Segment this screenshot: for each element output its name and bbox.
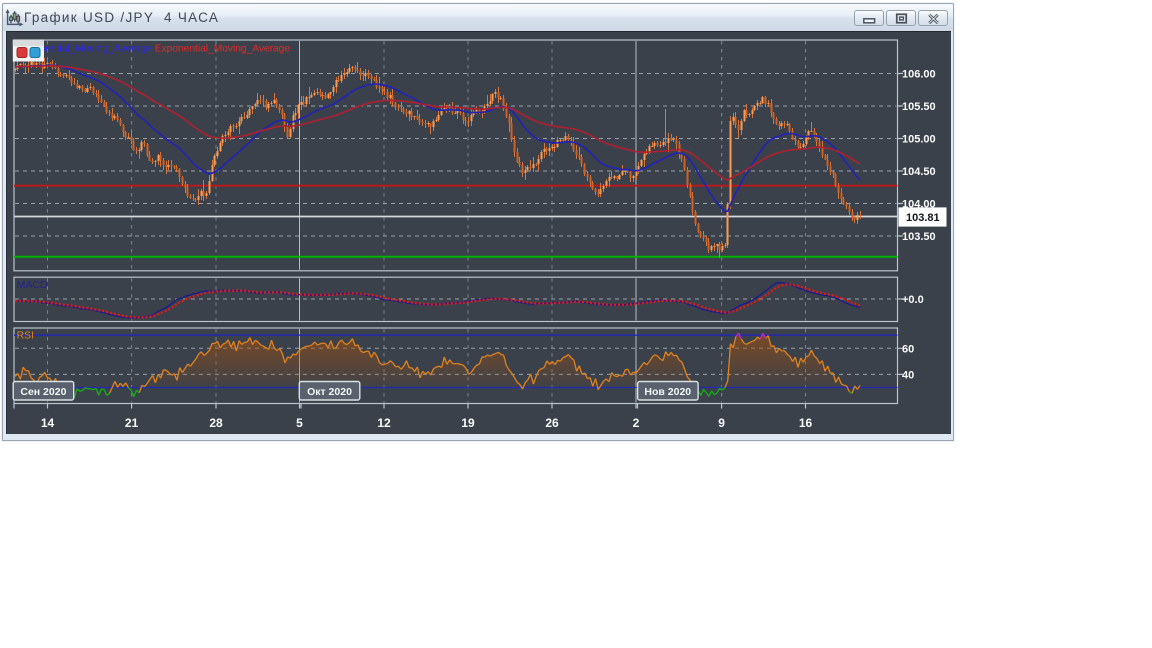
svg-text:60: 60: [902, 343, 914, 355]
svg-text:Сен 2020: Сен 2020: [20, 386, 66, 398]
svg-text:5: 5: [296, 416, 303, 430]
svg-text:103.81: 103.81: [906, 212, 940, 224]
svg-text:+0.0: +0.0: [902, 294, 924, 306]
svg-text:19: 19: [461, 416, 475, 430]
svg-text:103.50: 103.50: [902, 231, 936, 243]
svg-text:2: 2: [633, 416, 640, 430]
svg-text:26: 26: [545, 416, 559, 430]
svg-text:28: 28: [209, 416, 223, 430]
svg-text:21: 21: [125, 416, 139, 430]
svg-text:106.00: 106.00: [902, 69, 936, 81]
svg-text:RSI: RSI: [17, 330, 35, 342]
svg-text:16: 16: [799, 416, 813, 430]
svg-text:Exponential_Moving_Average: Exponential_Moving_Average: [155, 44, 291, 55]
svg-text:12: 12: [377, 416, 391, 430]
svg-text:14: 14: [41, 416, 55, 430]
svg-text:MACD: MACD: [17, 279, 48, 291]
svg-text:105.00: 105.00: [902, 134, 936, 146]
svg-text:105.50: 105.50: [902, 101, 936, 113]
svg-text:9: 9: [718, 416, 725, 430]
svg-text:Нов 2020: Нов 2020: [644, 386, 691, 398]
svg-text:40: 40: [902, 369, 914, 381]
svg-text:104.50: 104.50: [902, 166, 936, 178]
svg-text:Окт 2020: Окт 2020: [307, 386, 352, 398]
